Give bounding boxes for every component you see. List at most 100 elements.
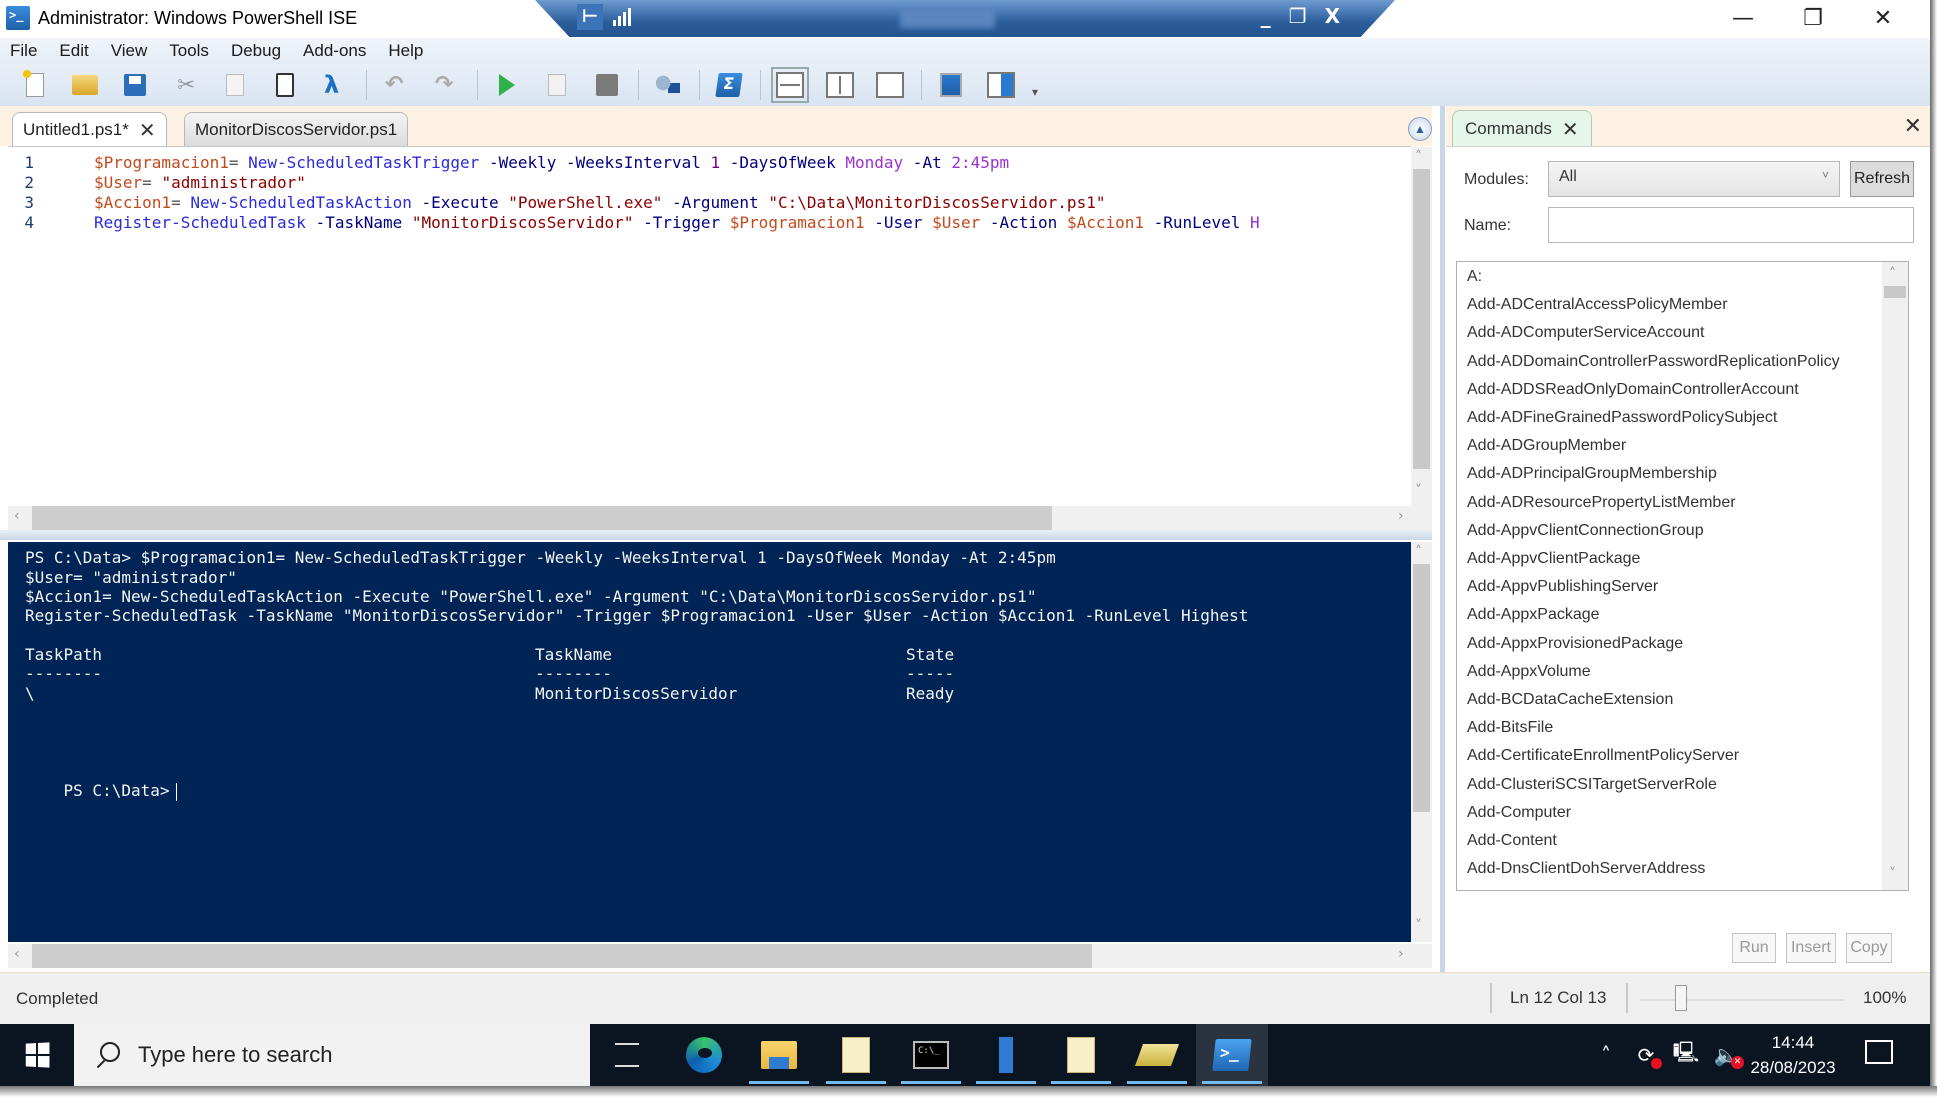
sync-status-icon[interactable]: ⟳	[1632, 1041, 1662, 1069]
scroll-down-arrow[interactable]: ˅	[1415, 483, 1422, 499]
taskbar-search[interactable]: Type here to search	[74, 1024, 590, 1086]
scroll-down-arrow[interactable]: ˅	[1415, 918, 1422, 934]
rdp-restore-button[interactable]: ❐	[1289, 4, 1307, 28]
close-commands-pane-icon[interactable]: ✕	[1904, 114, 1922, 139]
commands-list-scrollbar[interactable]: ˄ ˅	[1882, 262, 1908, 890]
code-line[interactable]: 1 $Programacion1= New-ScheduledTaskTrigge…	[8, 153, 1009, 173]
code-line[interactable]: 2 $User= "administrador"	[8, 173, 306, 193]
collapse-script-pane-icon[interactable]: ▲	[1408, 117, 1432, 141]
tab-untitled1[interactable]: Untitled1.ps1* ✕	[12, 112, 167, 146]
pin-icon[interactable]: ⊢	[577, 4, 603, 30]
scroll-up-arrow[interactable]: ˄	[1415, 544, 1422, 560]
command-list-item[interactable]: Add-DnsClientDohServerAddress	[1467, 860, 1705, 878]
run-button[interactable]: Run	[1732, 933, 1776, 963]
editor-horizontal-scrollbar[interactable]: ‹ ›	[8, 506, 1432, 530]
code-line[interactable]: 4 Register-ScheduledTask -TaskName "Monit…	[8, 213, 1259, 233]
taskbar-clock[interactable]: 14:44 28/08/2023	[1738, 1030, 1848, 1080]
taskbar-powershell-ise[interactable]	[1196, 1024, 1268, 1086]
command-list-item[interactable]: Add-Content	[1467, 832, 1557, 850]
zoom-slider-track[interactable]	[1640, 999, 1844, 1001]
taskbar-notepad[interactable]	[1045, 1024, 1117, 1086]
toolbar-overflow-icon[interactable]: ▾	[1032, 85, 1038, 99]
scrollbar-thumb[interactable]	[1884, 286, 1906, 298]
command-list-item[interactable]: Add-ADFineGrainedPasswordPolicySubject	[1467, 409, 1777, 427]
tab-commands[interactable]: Commands ✕	[1452, 110, 1592, 146]
console-prompt-line[interactable]: PS C:\Data>	[25, 762, 177, 801]
taskbar-server-manager[interactable]	[970, 1024, 1042, 1086]
command-list-item[interactable]: Add-AppxPackage	[1467, 606, 1600, 624]
modules-dropdown[interactable]: All ˅	[1548, 161, 1840, 197]
command-list-item[interactable]: Add-ADPrincipalGroupMembership	[1467, 465, 1717, 483]
taskbar-file-explorer[interactable]	[743, 1024, 815, 1086]
script-pane-top-button[interactable]	[771, 67, 809, 103]
name-filter-input[interactable]	[1548, 207, 1914, 243]
command-list-item[interactable]: Add-ADDSReadOnlyDomainControllerAccount	[1467, 381, 1799, 399]
command-list-item[interactable]: Add-AppvClientConnectionGroup	[1467, 522, 1704, 540]
refresh-button[interactable]: Refresh	[1850, 161, 1914, 197]
scrollbar-thumb[interactable]	[32, 506, 1052, 530]
command-list-item[interactable]: Add-AppxProvisionedPackage	[1467, 635, 1683, 653]
commands-pane-splitter[interactable]	[1440, 106, 1445, 972]
command-list-item[interactable]: Add-ADResourcePropertyListMember	[1467, 494, 1736, 512]
console-horizontal-scrollbar[interactable]: ‹ ›	[8, 944, 1432, 968]
rdp-minimize-button[interactable]: _	[1261, 4, 1271, 28]
command-list-item[interactable]: Add-BCDataCacheExtension	[1467, 691, 1673, 709]
save-script-button[interactable]	[116, 68, 154, 102]
taskbar-task-view[interactable]	[591, 1024, 663, 1086]
menu-edit[interactable]: Edit	[59, 41, 100, 61]
new-remote-tab-button[interactable]	[649, 68, 687, 102]
command-list-item[interactable]: Add-ADGroupMember	[1467, 437, 1626, 455]
command-list-item[interactable]: Add-ADDomainControllerPasswordReplicatio…	[1467, 353, 1840, 371]
scrollbar-thumb[interactable]	[1413, 564, 1430, 812]
run-selection-button[interactable]	[538, 68, 576, 102]
network-icon[interactable]: 🖳	[1672, 1040, 1700, 1069]
show-command-addon-button[interactable]	[982, 68, 1020, 102]
volume-muted-icon[interactable]: 🔈 ✕	[1712, 1041, 1744, 1069]
scroll-down-arrow[interactable]: ˅	[1889, 866, 1896, 882]
close-tab-icon[interactable]: ✕	[1562, 117, 1579, 141]
command-list-item[interactable]: Add-AppxVolume	[1467, 663, 1591, 681]
scroll-left-arrow[interactable]: ‹	[14, 508, 20, 524]
taskbar-archive-tool[interactable]	[1121, 1024, 1193, 1086]
undo-button[interactable]: ↶	[377, 68, 415, 102]
taskbar-edge[interactable]	[668, 1024, 740, 1086]
cut-button[interactable]: ✂	[166, 68, 204, 102]
menu-view[interactable]: View	[111, 41, 160, 61]
script-pane-right-button[interactable]	[821, 68, 859, 102]
close-button[interactable]: ✕	[1848, 0, 1918, 36]
command-list-item[interactable]: Add-Computer	[1467, 804, 1571, 822]
menu-tools[interactable]: Tools	[169, 41, 221, 61]
clear-console-button[interactable]: λ	[316, 68, 354, 102]
menu-help[interactable]: Help	[388, 41, 435, 61]
tab-monitordiscosservidor[interactable]: MonitorDiscosServidor.ps1	[184, 112, 409, 146]
taskbar-command-prompt[interactable]	[895, 1024, 967, 1086]
minimize-button[interactable]: —	[1708, 0, 1778, 36]
command-list-item[interactable]: Add-ADComputerServiceAccount	[1467, 324, 1704, 342]
insert-button[interactable]: Insert	[1786, 933, 1836, 963]
command-list-item[interactable]: Add-AppvPublishingServer	[1467, 578, 1658, 596]
scroll-right-arrow[interactable]: ›	[1398, 508, 1404, 524]
command-list-item[interactable]: A:	[1467, 268, 1482, 286]
command-list-item[interactable]: Add-ADCentralAccessPolicyMember	[1467, 296, 1728, 314]
redo-button[interactable]: ↷	[427, 68, 465, 102]
editor-vertical-scrollbar[interactable]: ˄ ˅	[1411, 147, 1432, 507]
scroll-up-arrow[interactable]: ˄	[1889, 266, 1896, 282]
command-list-item[interactable]: Add-ClusteriSCSITargetServerRole	[1467, 776, 1717, 794]
command-list-item[interactable]: Add-BitsFile	[1467, 719, 1553, 737]
commands-list[interactable]: ˄ ˅ A: Add-ADCentralAccessPolicyMember Add…	[1456, 261, 1909, 891]
taskbar-script-document[interactable]	[820, 1024, 892, 1086]
script-pane-maximized-button[interactable]	[871, 68, 909, 102]
restore-button[interactable]: ❐	[1778, 0, 1848, 36]
menu-debug[interactable]: Debug	[231, 41, 293, 61]
connection-quality-icon[interactable]	[613, 8, 631, 26]
zoom-slider-thumb[interactable]	[1674, 985, 1687, 1011]
scroll-right-arrow[interactable]: ›	[1398, 946, 1404, 962]
show-script-pane-button[interactable]	[932, 68, 970, 102]
scroll-up-arrow[interactable]: ˄	[1415, 149, 1422, 165]
menu-file[interactable]: File	[10, 41, 49, 61]
close-tab-icon[interactable]: ✕	[139, 118, 156, 142]
copy-button[interactable]: Copy	[1846, 933, 1892, 963]
chevron-up-icon[interactable]: ˄	[1592, 1041, 1620, 1069]
scrollbar-thumb[interactable]	[1413, 169, 1430, 469]
scrollbar-thumb[interactable]	[32, 944, 1092, 968]
